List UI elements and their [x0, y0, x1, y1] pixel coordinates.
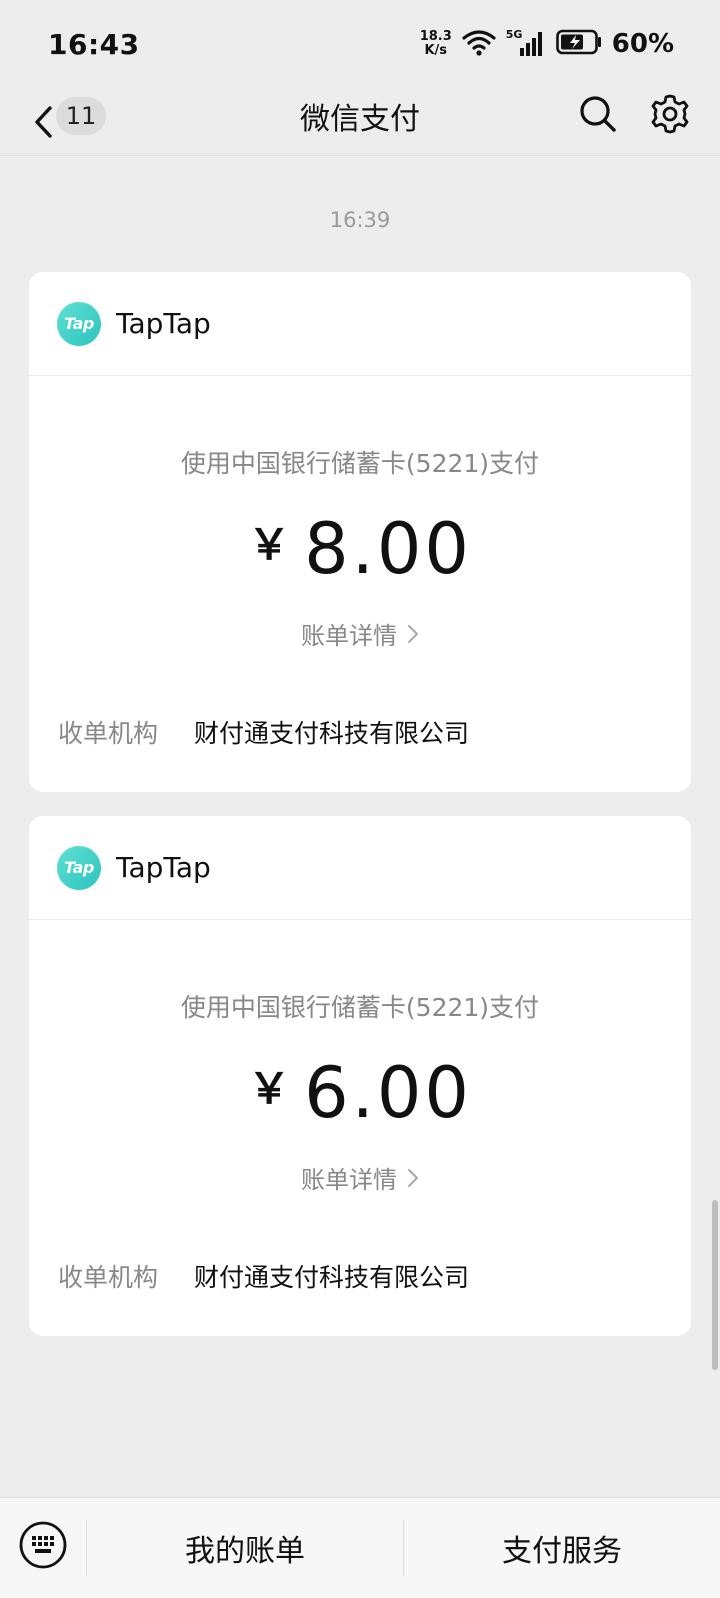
search-icon — [580, 96, 616, 132]
payment-card[interactable]: Tap TapTap 使用中国银行储蓄卡(5221)支付 ￥ 6.00 账单详情… — [29, 816, 691, 1336]
currency-symbol: ￥ — [248, 520, 291, 569]
bill-detail-link[interactable]: 账单详情 — [29, 616, 691, 651]
payment-amount: ￥ 6.00 — [29, 1052, 691, 1134]
currency-symbol: ￥ — [248, 1064, 291, 1113]
taptap-logo-icon: Tap — [57, 845, 101, 890]
acquirer-row: 收单机构 财付通支付科技有限公司 — [58, 1258, 469, 1294]
amount-value: 6.00 — [304, 1052, 472, 1134]
keyboard-toggle-button[interactable] — [18, 1520, 68, 1570]
acquirer-value: 财付通支付科技有限公司 — [194, 719, 470, 748]
chevron-right-icon — [408, 624, 418, 643]
merchant-name: TapTap — [116, 851, 211, 884]
message-timestamp: 16:39 — [329, 208, 391, 232]
payment-amount: ￥ 8.00 — [29, 508, 691, 590]
status-bar: 16:43 18.3 K/s 5G 60% — [0, 0, 720, 88]
bottom-menu-bar: 我的账单 支付服务 — [0, 1497, 720, 1598]
wifi-icon — [462, 28, 496, 60]
status-time: 16:43 — [48, 27, 140, 61]
payment-card[interactable]: Tap TapTap 使用中国银行储蓄卡(5221)支付 ￥ 8.00 账单详情… — [29, 272, 691, 792]
battery-icon — [555, 29, 602, 59]
taptap-logo-icon: Tap — [57, 301, 101, 346]
my-bills-menu[interactable]: 我的账单 — [87, 1498, 403, 1598]
settings-button[interactable] — [650, 94, 690, 134]
nav-bar: 11 微信支付 — [0, 88, 720, 156]
search-button[interactable] — [578, 94, 618, 134]
bill-detail-label: 账单详情 — [301, 622, 397, 650]
network-speed-value: 18.3 — [419, 29, 452, 44]
pay-services-menu[interactable]: 支付服务 — [404, 1498, 720, 1598]
payment-method: 使用中国银行储蓄卡(5221)支付 — [180, 449, 540, 478]
battery-percent: 60% — [611, 29, 674, 59]
payment-method: 使用中国银行储蓄卡(5221)支付 — [180, 993, 540, 1022]
acquirer-row: 收单机构 财付通支付科技有限公司 — [58, 714, 469, 750]
acquirer-label: 收单机构 — [58, 719, 159, 748]
acquirer-label: 收单机构 — [58, 1263, 159, 1292]
bill-detail-link[interactable]: 账单详情 — [29, 1160, 691, 1195]
network-type: 5G — [505, 28, 523, 41]
bill-detail-label: 账单详情 — [301, 1166, 397, 1194]
scrollbar-thumb[interactable] — [712, 1200, 718, 1370]
acquirer-value: 财付通支付科技有限公司 — [194, 1263, 470, 1292]
gear-icon — [651, 94, 689, 134]
card-header[interactable]: Tap TapTap — [29, 816, 691, 920]
merchant-name: TapTap — [116, 307, 211, 340]
amount-value: 8.00 — [304, 508, 472, 590]
chevron-right-icon — [408, 1168, 418, 1187]
status-icons: 18.3 K/s 5G 60% — [420, 28, 674, 60]
keyboard-icon — [19, 1521, 67, 1569]
card-header[interactable]: Tap TapTap — [29, 272, 691, 376]
network-speed-unit: K/s — [424, 43, 447, 58]
network-speed: 18.3 K/s — [420, 30, 452, 58]
cellular-signal-icon: 5G — [505, 28, 546, 58]
